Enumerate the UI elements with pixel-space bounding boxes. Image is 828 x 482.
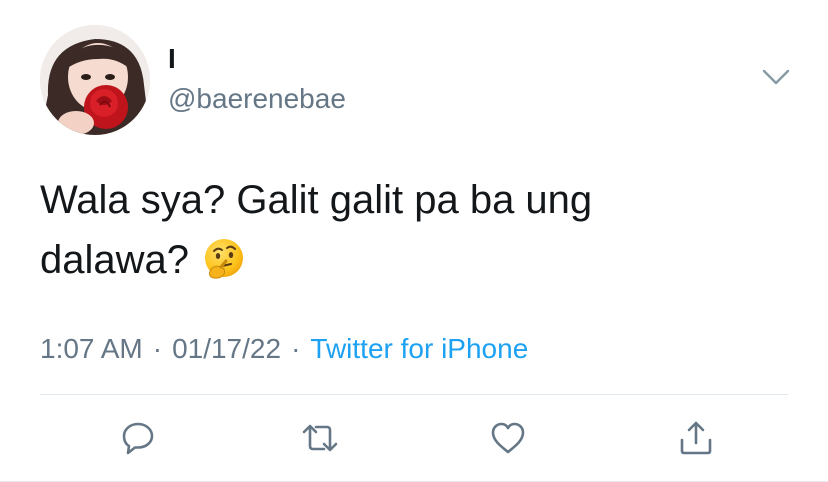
- tweet-meta: 1:07 AM · 01/17/22 · Twitter for iPhone: [40, 332, 528, 366]
- avatar[interactable]: [40, 25, 150, 135]
- retweet-icon[interactable]: [300, 418, 340, 458]
- tweet-text: Wala sya? Galit galit pa ba ung dalawa?: [40, 170, 680, 290]
- tweet-source-link[interactable]: Twitter for iPhone: [310, 333, 528, 364]
- avatar-image: [40, 25, 150, 135]
- thinking-face-emoji: [202, 237, 246, 281]
- like-icon[interactable]: [488, 418, 528, 458]
- chevron-down-icon[interactable]: [762, 68, 790, 86]
- meta-separator: ·: [291, 333, 301, 364]
- meta-separator: ·: [152, 333, 163, 364]
- tweet-time: 1:07 AM: [40, 333, 143, 364]
- tweet-text-content: Wala sya? Galit galit pa ba ung dalawa?: [40, 178, 593, 282]
- user-handle[interactable]: @baerenebae: [168, 84, 346, 114]
- tweet-card: I @baerenebae Wala sya? Galit galit pa b…: [0, 0, 828, 482]
- tweet-date: 01/17/22: [172, 333, 282, 364]
- reply-icon[interactable]: [118, 418, 158, 458]
- divider: [40, 394, 788, 395]
- display-name[interactable]: I: [168, 44, 176, 74]
- share-icon[interactable]: [676, 418, 716, 458]
